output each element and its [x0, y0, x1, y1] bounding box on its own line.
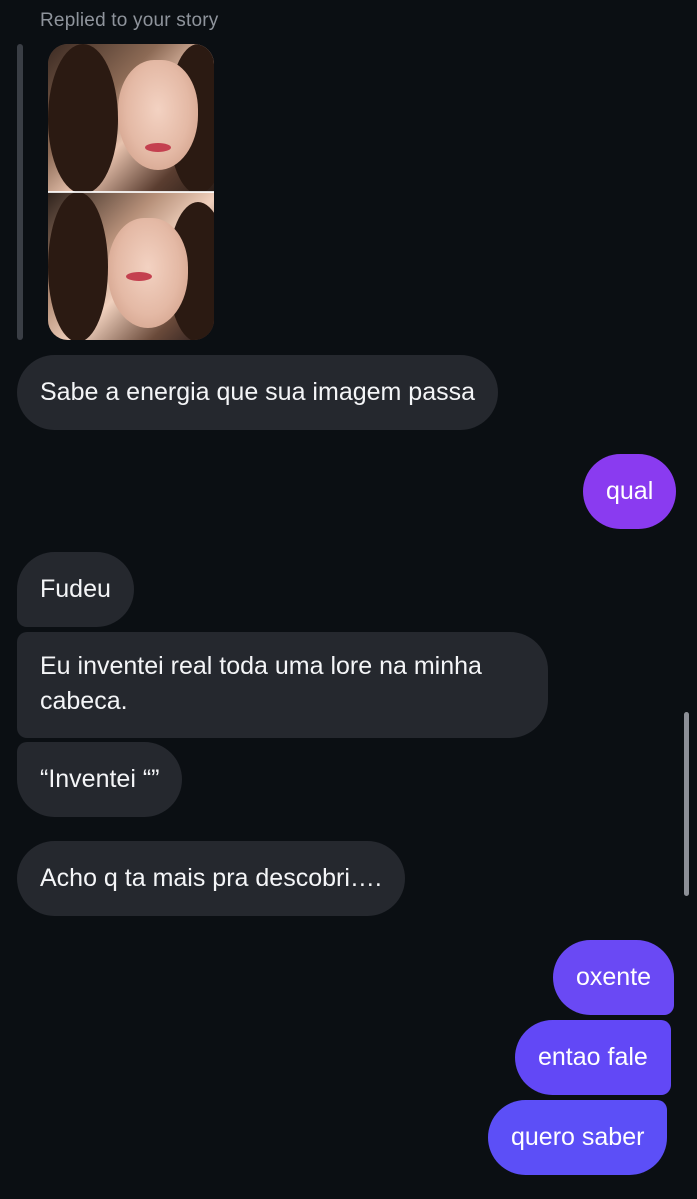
- story-thumbnail[interactable]: [48, 44, 214, 340]
- lips-shape: [145, 143, 171, 152]
- message-outgoing[interactable]: quero saber: [488, 1100, 668, 1175]
- message-incoming[interactable]: “Inventei “”: [17, 742, 183, 817]
- scrollbar-thumb[interactable]: [684, 712, 689, 896]
- message-outgoing[interactable]: oxente: [553, 940, 675, 1015]
- photo-divider: [48, 191, 214, 193]
- hair-left: [48, 44, 118, 194]
- message-incoming[interactable]: Fudeu: [17, 552, 134, 627]
- replied-to-story-label: Replied to your story: [40, 10, 219, 31]
- reply-quote-bar: [17, 44, 23, 340]
- story-photo-bottom: [48, 192, 214, 340]
- hair-left: [48, 192, 108, 340]
- message-outgoing[interactable]: entao fale: [515, 1020, 671, 1095]
- story-photo-top: [48, 44, 214, 194]
- lips-shape: [126, 272, 152, 281]
- message-incoming[interactable]: Acho q ta mais pra descobri….: [17, 841, 405, 916]
- message-incoming[interactable]: Eu inventei real toda uma lore na minha …: [17, 632, 548, 738]
- message-outgoing[interactable]: qual: [583, 454, 677, 529]
- face-shape: [118, 60, 198, 170]
- message-incoming[interactable]: Sabe a energia que sua imagem passa: [17, 355, 499, 430]
